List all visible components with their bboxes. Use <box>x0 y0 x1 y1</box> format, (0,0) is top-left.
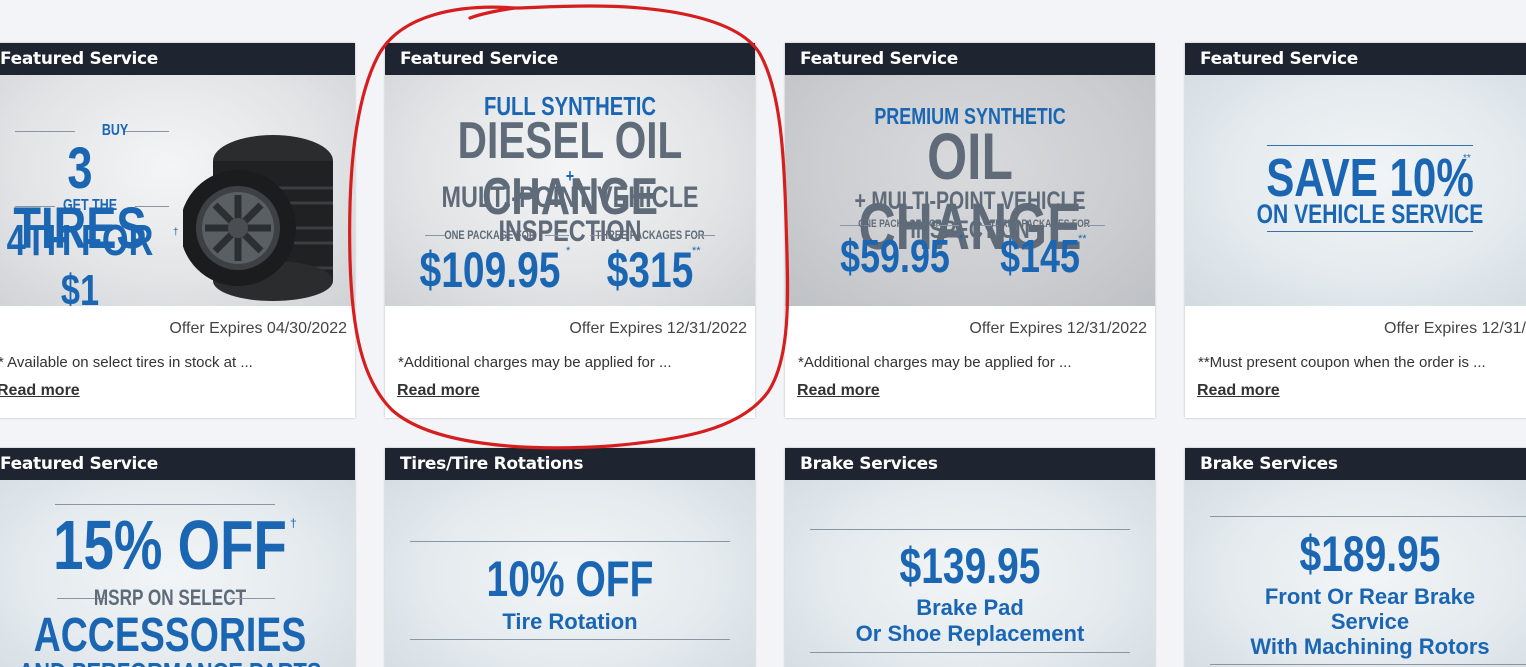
promo-line: ON VEHICLE SERVICE <box>1256 199 1484 229</box>
read-more-link[interactable]: Read more <box>1197 382 1280 400</box>
tire-stack-image <box>183 135 333 301</box>
service-card[interactable]: Featured Service 15% OFF † MSRP ON SELEC… <box>0 448 355 667</box>
offer-description: *Additional charges may be applied for .… <box>798 354 1072 371</box>
footnote-mark: ** <box>1463 153 1471 164</box>
offer-expires: Offer Expires 12/31/2022 <box>969 320 1147 337</box>
service-card[interactable]: Brake Services $189.95 Front Or Rear Bra… <box>1185 448 1526 667</box>
card-category: Featured Service <box>1185 43 1526 75</box>
card-category: Featured Service <box>0 43 355 75</box>
read-more-link[interactable]: Read more <box>797 382 880 400</box>
price-label: ONE PACKAGE FOR <box>444 228 536 242</box>
promo-headline: 4TH FOR $1 <box>6 216 154 306</box>
service-card[interactable]: Featured Service BUY 3 TIRES GET THE 4TH… <box>0 43 355 418</box>
footnote-mark: * <box>959 233 964 245</box>
price-one-package: $109.95 <box>419 242 561 298</box>
card-category: Brake Services <box>785 448 1155 480</box>
card-category: Featured Service <box>0 448 355 480</box>
service-card[interactable]: Tires/Tire Rotations 10% OFF Tire Rotati… <box>385 448 755 667</box>
price-one-package: $59.95 <box>840 230 950 282</box>
read-more-link[interactable]: Read more <box>397 382 480 400</box>
offer-expires: Offer Expires 04/30/2022 <box>169 320 347 337</box>
promo-line: Front Or Rear Brake <box>1264 584 1476 609</box>
card-category: Brake Services <box>1185 448 1526 480</box>
promo-headline: 10% OFF <box>486 551 654 607</box>
price-three-packages: $315 <box>606 242 694 298</box>
service-card[interactable]: Brake Services $139.95 Brake Pad Or Shoe… <box>785 448 1155 667</box>
promo-image-diesel-oil-change[interactable]: FULL SYNTHETIC DIESEL OIL CHANGE + MULTI… <box>385 75 755 306</box>
offer-expires: Offer Expires 12/31/2022 <box>569 320 747 337</box>
card-category: Featured Service <box>385 43 755 75</box>
promo-image-tire-rotation[interactable]: 10% OFF Tire Rotation <box>385 480 755 667</box>
promo-image-oil-change[interactable]: PREMIUM SYNTHETIC OIL CHANGE + MULTI-POI… <box>785 75 1155 306</box>
service-card[interactable]: Featured Service SAVE 10% ** ON VEHICLE … <box>1185 43 1526 418</box>
offer-expires: Offer Expires 12/31/20 <box>1384 320 1526 337</box>
offer-description: **Must present coupon when the order is … <box>1198 354 1486 371</box>
promo-line: AND PERFORMANCE PARTS <box>18 657 322 667</box>
promo-headline: ACCESSORIES <box>33 609 307 662</box>
footnote-mark: ** <box>692 245 701 257</box>
promo-line: Service <box>1330 609 1410 634</box>
promo-image-save-10[interactable]: SAVE 10% ** ON VEHICLE SERVICE <box>1185 75 1526 306</box>
offer-description: * Available on select tires in stock at … <box>0 354 253 371</box>
price-label: THREE PACKAGES FOR <box>595 228 705 242</box>
promo-headline: 15% OFF <box>53 506 287 584</box>
service-card[interactable]: Featured Service PREMIUM SYNTHETIC OIL C… <box>785 43 1155 418</box>
card-category: Featured Service <box>785 43 1155 75</box>
read-more-link[interactable]: Read more <box>0 382 80 400</box>
card-category: Tires/Tire Rotations <box>385 448 755 480</box>
promo-image-tires[interactable]: BUY 3 TIRES GET THE 4TH FOR $1 † <box>0 75 355 306</box>
footnote-mark: * <box>566 245 571 257</box>
service-card[interactable]: Featured Service FULL SYNTHETIC DIESEL O… <box>385 43 755 418</box>
promo-line: Or Shoe Replacement <box>855 621 1085 646</box>
promo-headline: $189.95 <box>1299 526 1441 582</box>
promo-image-brake-pad[interactable]: $139.95 Brake Pad Or Shoe Replacement <box>785 480 1155 667</box>
footnote-mark: † <box>173 227 179 238</box>
promo-image-accessories[interactable]: 15% OFF † MSRP ON SELECT ACCESSORIES AND… <box>0 480 355 667</box>
promo-headline: $139.95 <box>899 538 1041 594</box>
promo-line: Brake Pad <box>916 595 1024 620</box>
promo-image-brake-service[interactable]: $189.95 Front Or Rear Brake Service With… <box>1185 480 1526 667</box>
offer-description: *Additional charges may be applied for .… <box>398 354 672 371</box>
footnote-mark: † <box>290 516 297 530</box>
promo-line: Tire Rotation <box>502 609 638 634</box>
footnote-mark: ** <box>1078 233 1087 245</box>
promo-line: With Machining Rotors <box>1250 634 1490 659</box>
